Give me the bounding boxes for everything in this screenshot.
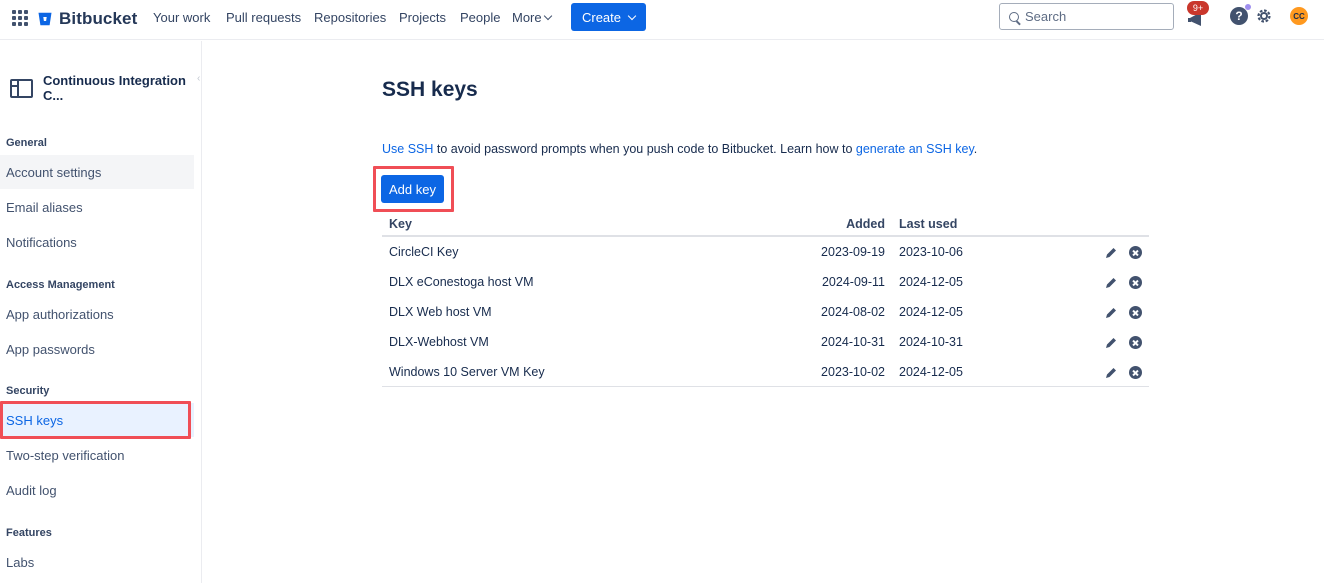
app-switcher-icon[interactable]	[12, 10, 28, 26]
nav-your-work[interactable]: Your work	[153, 10, 210, 25]
ssh-keys-table-header: Key Added Last used	[382, 214, 1149, 237]
key-last-used-date: 2023-10-06	[899, 245, 963, 259]
delete-x-icon[interactable]	[1129, 306, 1142, 319]
column-header-added[interactable]: Added	[846, 217, 885, 231]
section-heading-general: General	[6, 137, 47, 149]
sidebar-item-ssh-keys[interactable]: SSH keys	[0, 403, 194, 437]
delete-x-icon[interactable]	[1129, 276, 1142, 289]
help-icon[interactable]: ?	[1230, 7, 1248, 25]
key-last-used-date: 2024-10-31	[899, 335, 963, 349]
sidebar-item-labs[interactable]: Labs	[0, 545, 194, 579]
sidebar-item-app-passwords[interactable]: App passwords	[0, 332, 194, 366]
search-input[interactable]: Search	[999, 3, 1174, 30]
help-indicator-dot	[1245, 4, 1251, 10]
logo-text: Bitbucket	[59, 9, 138, 28]
pencil-edit-icon[interactable]	[1104, 336, 1118, 350]
key-name: DLX eConestoga host VM	[389, 275, 534, 289]
search-icon	[1009, 11, 1019, 22]
section-heading-security: Security	[6, 385, 50, 397]
nav-more-label: More	[512, 10, 542, 25]
table-row: DLX Web host VM 2024-08-02 2024-12-05	[382, 297, 1149, 327]
use-ssh-link[interactable]: Use SSH	[382, 142, 433, 156]
sidebar-item-email-aliases[interactable]: Email aliases	[0, 190, 194, 224]
create-button[interactable]: Create	[571, 3, 646, 31]
search-placeholder: Search	[1025, 9, 1067, 24]
notifications-badge: 9+	[1187, 1, 1209, 15]
sidebar-item-notifications[interactable]: Notifications	[0, 225, 194, 259]
key-added-date: 2023-10-02	[821, 365, 885, 379]
gear-icon[interactable]	[1255, 7, 1273, 25]
table-row: CircleCI Key 2023-09-19 2023-10-06	[382, 237, 1149, 267]
key-added-date: 2023-09-19	[821, 245, 885, 259]
key-last-used-date: 2024-12-05	[899, 365, 963, 379]
pencil-edit-icon[interactable]	[1104, 276, 1118, 290]
key-last-used-date: 2024-12-05	[899, 305, 963, 319]
delete-x-icon[interactable]	[1129, 246, 1142, 259]
sidebar-item-two-step-verification[interactable]: Two-step verification	[0, 438, 194, 472]
collapse-sidebar-icon[interactable]: ‹	[197, 73, 200, 84]
nav-more-dropdown[interactable]: More	[512, 10, 552, 25]
column-header-key[interactable]: Key	[389, 217, 412, 231]
settings-sidebar: Continuous Integration C... ‹ General Ac…	[0, 41, 202, 583]
nav-projects[interactable]: Projects	[399, 10, 446, 25]
table-row: Windows 10 Server VM Key 2023-10-02 2024…	[382, 357, 1149, 387]
key-added-date: 2024-09-11	[821, 275, 885, 289]
sidebar-item-account-settings[interactable]: Account settings	[0, 155, 194, 189]
table-row: DLX eConestoga host VM 2024-09-11 2024-1…	[382, 267, 1149, 297]
avatar[interactable]: CC	[1290, 7, 1308, 25]
column-header-last-used[interactable]: Last used	[899, 217, 957, 231]
pencil-edit-icon[interactable]	[1104, 306, 1118, 320]
delete-x-icon[interactable]	[1129, 366, 1142, 379]
create-button-label: Create	[581, 9, 622, 25]
key-added-date: 2024-10-31	[821, 335, 885, 349]
key-name: Windows 10 Server VM Key	[389, 365, 545, 379]
generate-ssh-key-link[interactable]: generate an SSH key	[856, 142, 974, 156]
key-added-date: 2024-08-02	[821, 305, 885, 319]
page-title: SSH keys	[382, 78, 478, 101]
key-name: DLX-Webhost VM	[389, 335, 489, 349]
top-navigation: Bitbucket Your work Pull requests Reposi…	[0, 0, 1324, 40]
sidebar-item-app-authorizations[interactable]: App authorizations	[0, 297, 194, 331]
intro-text: Use SSH to avoid password prompts when y…	[382, 142, 977, 156]
chevron-down-icon	[543, 11, 552, 21]
nav-pull-requests[interactable]: Pull requests	[226, 10, 301, 25]
key-last-used-date: 2024-12-05	[899, 275, 963, 289]
intro-body: to avoid password prompts when you push …	[433, 142, 856, 156]
pencil-edit-icon[interactable]	[1104, 366, 1118, 380]
section-heading-access-management: Access Management	[6, 279, 115, 291]
add-key-button[interactable]: Add key	[381, 175, 444, 203]
bitbucket-logo[interactable]: Bitbucket	[38, 8, 137, 30]
section-heading-features: Features	[6, 527, 52, 539]
sidebar-item-audit-log[interactable]: Audit log	[0, 473, 194, 507]
sidebar-layout-icon	[10, 78, 33, 98]
intro-end: .	[973, 142, 978, 156]
table-row: DLX-Webhost VM 2024-10-31 2024-10-31	[382, 327, 1149, 357]
nav-repositories[interactable]: Repositories	[314, 10, 386, 25]
pencil-edit-icon[interactable]	[1104, 246, 1118, 260]
nav-people[interactable]: People	[460, 10, 500, 25]
chevron-down-icon	[627, 11, 637, 20]
key-name: CircleCI Key	[389, 245, 459, 259]
workspace-title: Continuous Integration C...	[42, 73, 186, 103]
delete-x-icon[interactable]	[1129, 336, 1142, 349]
bitbucket-logo-icon	[38, 12, 52, 26]
key-name: DLX Web host VM	[389, 305, 492, 319]
workspace-header[interactable]: Continuous Integration C...	[10, 73, 201, 103]
